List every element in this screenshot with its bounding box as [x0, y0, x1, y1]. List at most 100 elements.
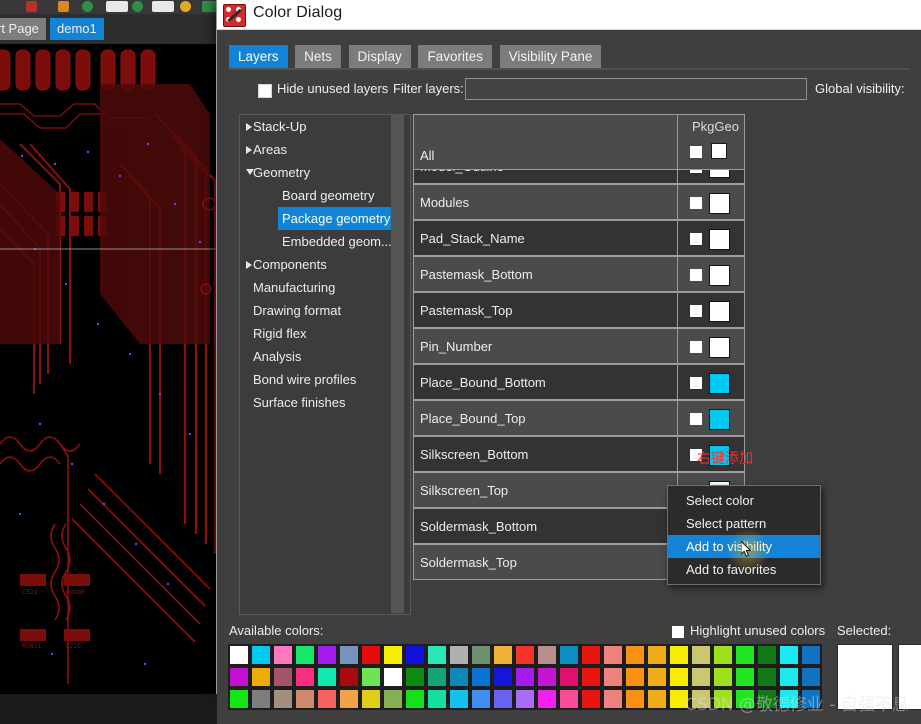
- palette-swatch[interactable]: [492, 688, 514, 710]
- selected-color-preview[interactable]: [837, 644, 893, 710]
- tree-item-manufacturing[interactable]: Manufacturing: [240, 276, 410, 299]
- palette-swatch[interactable]: [602, 666, 624, 688]
- tab-visibility-pane[interactable]: Visibility Pane: [499, 45, 602, 68]
- tree-item-analysis[interactable]: Analysis: [240, 345, 410, 368]
- layer-name-cell[interactable]: Pin_Number: [413, 328, 678, 364]
- palette-swatch[interactable]: [778, 666, 800, 688]
- palette-swatch[interactable]: [360, 688, 382, 710]
- toolbar-icon-red[interactable]: [26, 1, 37, 12]
- palette-swatch[interactable]: [778, 688, 800, 710]
- layer-color-swatch[interactable]: [709, 193, 730, 214]
- palette-swatch[interactable]: [294, 688, 316, 710]
- layer-visibility-checkbox[interactable]: [690, 377, 702, 389]
- layer-name-cell[interactable]: Soldermask_Bottom: [413, 508, 678, 544]
- palette-swatch[interactable]: [800, 688, 822, 710]
- palette-swatch[interactable]: [250, 666, 272, 688]
- palette-swatch[interactable]: [624, 688, 646, 710]
- layer-category-tree[interactable]: Stack-Up Areas Geometry Board geometry Packa…: [239, 114, 411, 615]
- palette-swatch[interactable]: [668, 688, 690, 710]
- toolbar-icon-white-a[interactable]: [106, 1, 128, 12]
- table-row[interactable]: Silkscreen_Bottom: [413, 436, 745, 472]
- palette-swatch[interactable]: [734, 666, 756, 688]
- layer-visibility-checkbox[interactable]: [690, 269, 702, 281]
- palette-swatch[interactable]: [272, 644, 294, 666]
- palette-swatch[interactable]: [448, 644, 470, 666]
- table-row[interactable]: Pad_Stack_Name: [413, 220, 745, 256]
- palette-swatch[interactable]: [646, 688, 668, 710]
- palette-swatch[interactable]: [492, 644, 514, 666]
- layer-color-swatch[interactable]: [709, 337, 730, 358]
- layer-visibility-checkbox[interactable]: [690, 341, 702, 353]
- palette-swatch[interactable]: [470, 666, 492, 688]
- layer-name-cell[interactable]: Place_Bound_Top: [413, 400, 678, 436]
- layer-visibility-checkbox[interactable]: [690, 413, 702, 425]
- palette-swatch[interactable]: [294, 644, 316, 666]
- layer-visibility-checkbox[interactable]: [690, 233, 702, 245]
- layer-name-cell[interactable]: Place_Bound_Bottom: [413, 364, 678, 400]
- layer-name-cell[interactable]: Model_Outline: [413, 170, 678, 184]
- layer-name-cell[interactable]: Silkscreen_Top: [413, 472, 678, 508]
- palette-swatch[interactable]: [690, 666, 712, 688]
- tree-item-rigid-flex[interactable]: Rigid flex: [240, 322, 410, 345]
- palette-swatch[interactable]: [558, 666, 580, 688]
- palette-swatch[interactable]: [316, 644, 338, 666]
- hide-unused-layers-checkbox[interactable]: [258, 84, 272, 98]
- palette-swatch[interactable]: [448, 666, 470, 688]
- palette-swatch[interactable]: [250, 688, 272, 710]
- layer-color-swatch[interactable]: [709, 170, 730, 178]
- toolbar-icon-orange[interactable]: [58, 1, 69, 12]
- palette-swatch[interactable]: [580, 644, 602, 666]
- tree-item-bond-wire-profiles[interactable]: Bond wire profiles: [240, 368, 410, 391]
- palette-swatch[interactable]: [316, 666, 338, 688]
- palette-swatch[interactable]: [228, 666, 250, 688]
- layer-color-swatch[interactable]: [709, 265, 730, 286]
- layer-color-swatch[interactable]: [709, 409, 730, 430]
- table-row[interactable]: Pastemask_Bottom: [413, 256, 745, 292]
- palette-swatch[interactable]: [668, 666, 690, 688]
- palette-swatch[interactable]: [690, 688, 712, 710]
- tab-layers[interactable]: Layers: [229, 45, 288, 68]
- tree-item-surface-finishes[interactable]: Surface finishes: [240, 391, 410, 414]
- tree-item-board-geometry[interactable]: Board geometry: [240, 184, 410, 207]
- palette-swatch[interactable]: [426, 666, 448, 688]
- pkggeo-header-checkbox[interactable]: [690, 146, 702, 158]
- palette-swatch[interactable]: [338, 688, 360, 710]
- palette-swatch[interactable]: [360, 666, 382, 688]
- palette-swatch[interactable]: [426, 688, 448, 710]
- palette-swatch[interactable]: [228, 644, 250, 666]
- palette-swatch[interactable]: [800, 666, 822, 688]
- palette-swatch[interactable]: [536, 644, 558, 666]
- layer-color-swatch[interactable]: [709, 301, 730, 322]
- toolbar-icon-green-circle-2[interactable]: [132, 1, 143, 12]
- layer-name-cell[interactable]: Modules: [413, 184, 678, 220]
- palette-swatch[interactable]: [756, 666, 778, 688]
- palette-swatch[interactable]: [712, 688, 734, 710]
- palette-swatch[interactable]: [470, 688, 492, 710]
- layer-name-cell[interactable]: Pastemask_Bottom: [413, 256, 678, 292]
- toolbar-icon-yellow-circle[interactable]: [180, 1, 191, 12]
- palette-swatch[interactable]: [624, 644, 646, 666]
- tree-table-splitter[interactable]: [391, 114, 404, 613]
- palette-swatch[interactable]: [382, 688, 404, 710]
- chevron-right-icon[interactable]: [246, 261, 252, 269]
- palette-swatch[interactable]: [272, 688, 294, 710]
- palette-swatch[interactable]: [734, 644, 756, 666]
- layer-color-swatch[interactable]: [709, 373, 730, 394]
- table-row[interactable]: Place_Bound_Bottom: [413, 364, 745, 400]
- color-swatch-grid[interactable]: [228, 644, 822, 710]
- chevron-right-icon[interactable]: [246, 123, 252, 131]
- tree-item-areas[interactable]: Areas: [240, 138, 410, 161]
- layer-name-cell[interactable]: Pad_Stack_Name: [413, 220, 678, 256]
- tree-item-components[interactable]: Components: [240, 253, 410, 276]
- palette-swatch[interactable]: [558, 688, 580, 710]
- tab-display[interactable]: Display: [348, 45, 411, 68]
- filter-layers-input[interactable]: [465, 78, 807, 100]
- palette-swatch[interactable]: [514, 688, 536, 710]
- palette-swatch[interactable]: [668, 644, 690, 666]
- palette-swatch[interactable]: [382, 644, 404, 666]
- palette-swatch[interactable]: [690, 644, 712, 666]
- highlight-unused-colors-checkbox[interactable]: [672, 626, 684, 638]
- toolbar-icon-white-b[interactable]: [152, 1, 174, 12]
- palette-swatch[interactable]: [602, 644, 624, 666]
- palette-swatch[interactable]: [536, 688, 558, 710]
